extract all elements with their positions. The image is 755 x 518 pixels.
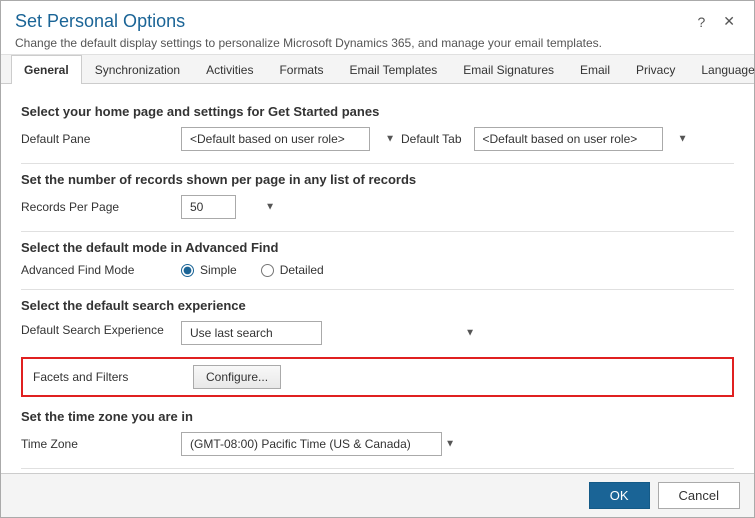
tab-general[interactable]: General: [11, 55, 82, 84]
default-pane-select[interactable]: <Default based on user role>: [181, 127, 370, 151]
dialog-subtitle: Change the default display settings to p…: [15, 36, 602, 50]
radio-detailed[interactable]: Detailed: [261, 263, 324, 277]
default-tab-label: Default Tab: [401, 132, 462, 146]
advanced-find-mode-label: Advanced Find Mode: [21, 263, 181, 277]
footer: OK Cancel: [1, 473, 754, 517]
facets-filters-label: Facets and Filters: [33, 370, 193, 384]
advanced-find-row: Advanced Find Mode Simple Detailed: [21, 263, 734, 277]
tab-email-templates[interactable]: Email Templates: [336, 55, 450, 84]
title-bar: Set Personal Options Change the default …: [1, 1, 754, 55]
records-per-page-row: Records Per Page 50 25 75 100 250: [21, 195, 734, 219]
divider-4: [21, 468, 734, 469]
time-zone-header: Set the time zone you are in: [21, 409, 734, 424]
search-experience-select-wrap[interactable]: Use last search Relevance Search Categor…: [181, 321, 481, 345]
dialog: Set Personal Options Change the default …: [0, 0, 755, 518]
radio-simple-label: Simple: [200, 263, 237, 277]
divider-3: [21, 289, 734, 290]
default-pane-row: Default Pane <Default based on user role…: [21, 127, 734, 151]
time-zone-label: Time Zone: [21, 437, 181, 451]
time-zone-select-wrap[interactable]: (GMT-08:00) Pacific Time (US & Canada) (…: [181, 432, 461, 456]
tab-languages[interactable]: Languages: [688, 55, 755, 84]
tab-activities[interactable]: Activities: [193, 55, 266, 84]
advanced-find-header: Select the default mode in Advanced Find: [21, 240, 734, 255]
facets-filters-row: Facets and Filters Configure...: [21, 357, 734, 397]
time-zone-select[interactable]: (GMT-08:00) Pacific Time (US & Canada) (…: [181, 432, 442, 456]
tab-formats[interactable]: Formats: [266, 55, 336, 84]
dialog-title: Set Personal Options: [15, 11, 602, 32]
records-per-page-label: Records Per Page: [21, 200, 181, 214]
default-tab-row: Default Tab <Default based on user role>: [401, 127, 734, 151]
search-experience-label: Default Search Experience: [21, 321, 181, 337]
configure-button[interactable]: Configure...: [193, 365, 281, 389]
search-experience-row: Default Search Experience Use last searc…: [21, 321, 734, 345]
tab-privacy[interactable]: Privacy: [623, 55, 688, 84]
records-per-page-header: Set the number of records shown per page…: [21, 172, 734, 187]
search-experience-header: Select the default search experience: [21, 298, 734, 313]
time-zone-row: Time Zone (GMT-08:00) Pacific Time (US &…: [21, 432, 734, 456]
default-pane-label: Default Pane: [21, 132, 181, 146]
ok-button[interactable]: OK: [589, 482, 650, 509]
search-experience-select[interactable]: Use last search Relevance Search Categor…: [181, 321, 322, 345]
tab-email[interactable]: Email: [567, 55, 623, 84]
default-tab-select[interactable]: <Default based on user role>: [474, 127, 663, 151]
divider-2: [21, 231, 734, 232]
records-per-page-select[interactable]: 50 25 75 100 250: [181, 195, 236, 219]
tab-synchronization[interactable]: Synchronization: [82, 55, 193, 84]
radio-simple[interactable]: Simple: [181, 263, 237, 277]
title-bar-left: Set Personal Options Change the default …: [15, 11, 602, 50]
close-icon[interactable]: ✕: [718, 11, 740, 32]
tabs-bar: General Synchronization Activities Forma…: [1, 55, 754, 84]
content-area: Select your home page and settings for G…: [1, 84, 754, 473]
title-bar-right: ? ✕: [692, 11, 740, 32]
default-tab-select-wrap[interactable]: <Default based on user role>: [474, 127, 694, 151]
divider-1: [21, 163, 734, 164]
help-icon[interactable]: ?: [692, 12, 710, 32]
tab-email-signatures[interactable]: Email Signatures: [450, 55, 567, 84]
home-page-header: Select your home page and settings for G…: [21, 104, 734, 119]
radio-detailed-input[interactable]: [261, 264, 274, 277]
default-pane-select-wrap[interactable]: <Default based on user role>: [181, 127, 401, 151]
radio-detailed-label: Detailed: [280, 263, 324, 277]
cancel-button[interactable]: Cancel: [658, 482, 740, 509]
advanced-find-radio-group: Simple Detailed: [181, 263, 324, 277]
radio-simple-input[interactable]: [181, 264, 194, 277]
records-per-page-select-wrap[interactable]: 50 25 75 100 250: [181, 195, 281, 219]
